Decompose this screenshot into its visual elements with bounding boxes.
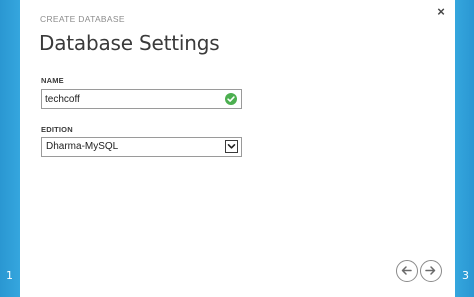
wizard-side-bar-right: 3 — [455, 0, 474, 297]
name-field[interactable] — [41, 89, 242, 109]
arrow-right-icon — [425, 266, 436, 275]
total-steps-number: 3 — [462, 269, 469, 282]
next-button[interactable] — [420, 260, 442, 282]
checkmark-circle-icon — [225, 93, 237, 105]
close-icon[interactable]: × — [434, 5, 448, 19]
name-field-label: NAME — [41, 76, 64, 85]
edition-selected-value: Dharma-MySQL — [46, 141, 119, 152]
back-button[interactable] — [396, 260, 418, 282]
dialog-kicker: CREATE DATABASE — [40, 14, 125, 24]
current-step-number: 1 — [6, 269, 13, 282]
wizard-side-bar-left: 1 — [0, 0, 20, 297]
edition-select[interactable]: Dharma-MySQL — [41, 137, 242, 157]
edition-field-label: EDITION — [41, 125, 73, 134]
name-input[interactable] — [45, 91, 223, 107]
chevron-down-icon[interactable] — [225, 140, 238, 153]
page-title: Database Settings — [39, 31, 220, 55]
arrow-left-icon — [401, 266, 412, 275]
